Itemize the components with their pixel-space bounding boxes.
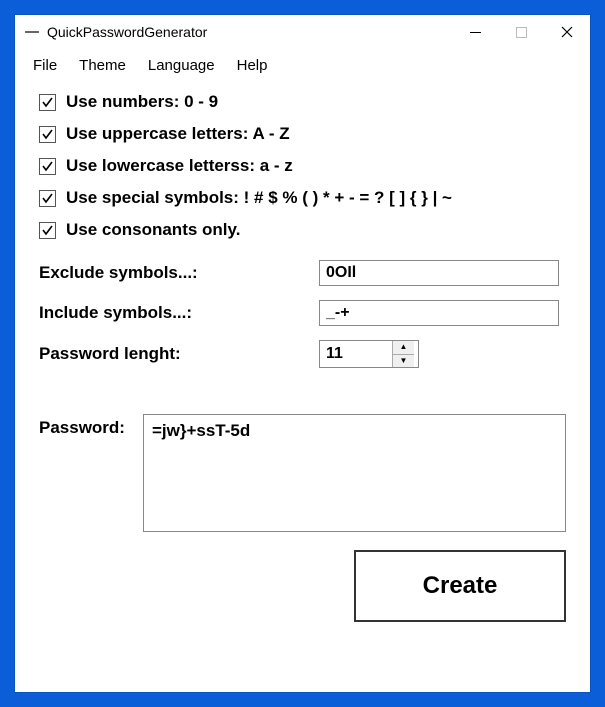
password-row: Password: [39,414,566,532]
spin-up-button[interactable]: ▲ [393,341,414,355]
exclude-row: Exclude symbols...: [39,260,566,286]
close-button[interactable] [544,17,590,47]
uppercase-label: Use uppercase letters: A - Z [66,124,290,144]
minimize-button[interactable] [452,17,498,47]
length-row: Password lenght: ▲ ▼ [39,340,566,368]
maximize-icon [516,27,527,38]
option-consonants-row: Use consonants only. [39,220,566,240]
check-icon [41,96,54,109]
create-row: Create [39,550,566,622]
special-checkbox[interactable] [39,190,56,207]
include-label: Include symbols...: [39,303,319,323]
close-icon [561,26,573,38]
menu-language[interactable]: Language [148,57,215,74]
menubar: File Theme Language Help [15,49,590,84]
content-area: Use numbers: 0 - 9 Use uppercase letters… [15,84,590,642]
titlebar: QuickPasswordGenerator [15,15,590,49]
menu-theme[interactable]: Theme [79,57,126,74]
lowercase-checkbox[interactable] [39,158,56,175]
numbers-label: Use numbers: 0 - 9 [66,92,218,112]
include-input[interactable] [319,300,559,326]
length-spinner: ▲ ▼ [319,340,419,368]
consonants-label: Use consonants only. [66,220,240,240]
spinner-buttons: ▲ ▼ [392,341,414,367]
maximize-button[interactable] [498,17,544,47]
exclude-input[interactable] [319,260,559,286]
uppercase-checkbox[interactable] [39,126,56,143]
password-label: Password: [39,414,125,532]
check-icon [41,192,54,205]
spin-down-button[interactable]: ▼ [393,355,414,368]
app-window: QuickPasswordGenerator File Theme Langua… [15,15,590,692]
length-input[interactable] [320,341,392,367]
menu-file[interactable]: File [33,57,57,74]
window-controls [452,17,590,47]
lowercase-label: Use lowercase letterss: a - z [66,156,293,176]
include-row: Include symbols...: [39,300,566,326]
option-lowercase-row: Use lowercase letterss: a - z [39,156,566,176]
menu-help[interactable]: Help [237,57,268,74]
window-title: QuickPasswordGenerator [47,24,452,40]
length-label: Password lenght: [39,344,319,364]
create-button[interactable]: Create [354,550,566,622]
special-label: Use special symbols: ! # $ % ( ) * + - =… [66,188,452,208]
consonants-checkbox[interactable] [39,222,56,239]
option-uppercase-row: Use uppercase letters: A - Z [39,124,566,144]
password-output[interactable] [143,414,566,532]
check-icon [41,128,54,141]
check-icon [41,160,54,173]
exclude-label: Exclude symbols...: [39,263,319,283]
check-icon [41,224,54,237]
option-numbers-row: Use numbers: 0 - 9 [39,92,566,112]
numbers-checkbox[interactable] [39,94,56,111]
minimize-icon [470,32,481,33]
app-icon [25,31,39,33]
option-special-row: Use special symbols: ! # $ % ( ) * + - =… [39,188,566,208]
